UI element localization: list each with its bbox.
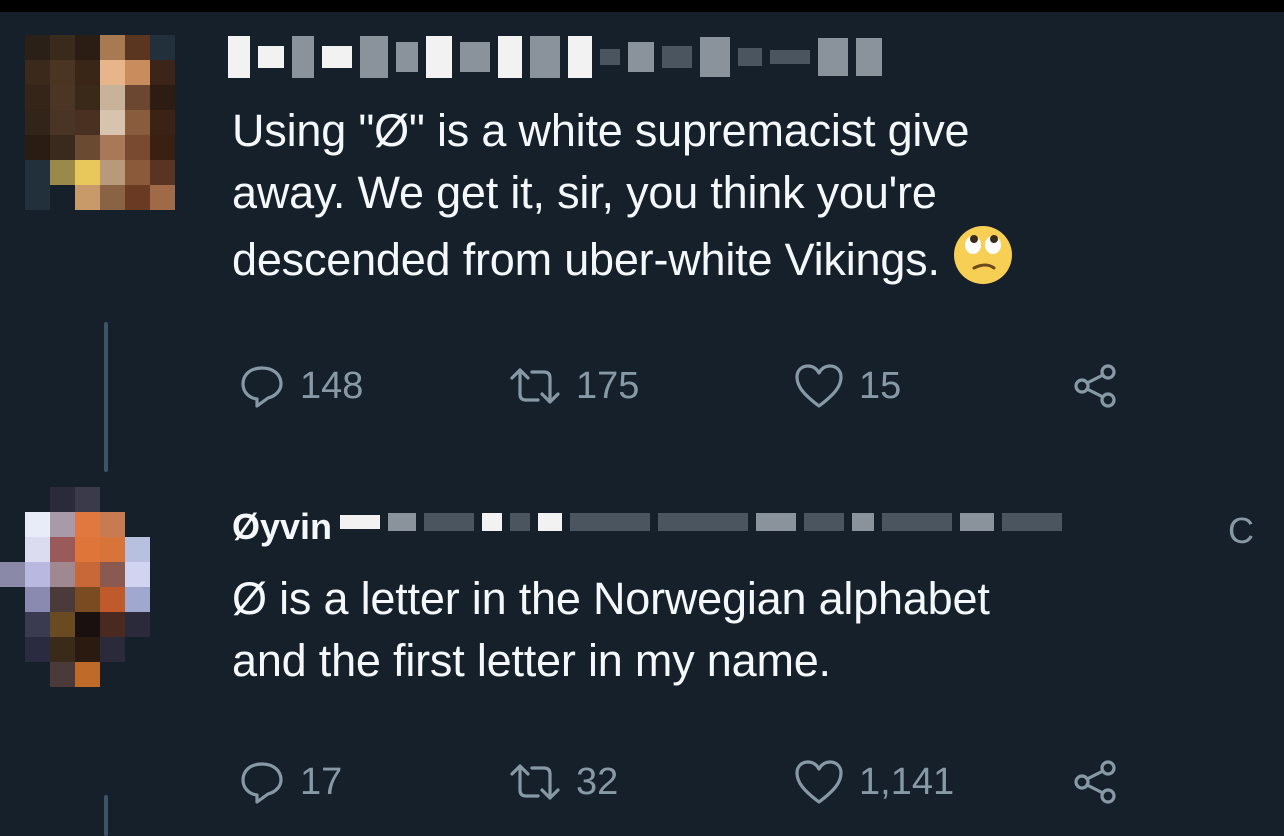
top-bar (0, 0, 1284, 12)
author-handle-blurred[interactable] (340, 513, 1062, 531)
author-name[interactable]: Øyvin (232, 506, 332, 548)
like-button[interactable]: 15 (793, 362, 1071, 410)
tweet-2-text: Ø is a letter in the Norwegian alphabet … (232, 568, 990, 692)
retweet-icon (510, 764, 560, 800)
thread-line (104, 322, 108, 472)
heart-icon (795, 760, 843, 804)
tweet-text-line: Ø is a letter in the Norwegian alphabet (232, 573, 990, 624)
author-handle-trailing: C (1228, 510, 1254, 551)
share-button[interactable] (1071, 758, 1119, 806)
like-count: 1,141 (859, 760, 955, 803)
like-button[interactable]: 1,141 (793, 758, 1071, 806)
tweet-1-text: Using "Ø" is a white supremacist give aw… (232, 100, 1014, 302)
rolling-eyes-emoji-icon (952, 224, 1014, 302)
avatar-blurred[interactable] (25, 35, 175, 210)
reply-button[interactable]: 148 (238, 362, 508, 410)
reply-button[interactable]: 17 (238, 758, 508, 806)
retweet-icon (510, 368, 560, 404)
retweet-count: 32 (576, 760, 619, 803)
tweet-2-actions: 17 32 1,141 (238, 758, 1119, 806)
tweet-text-line: Using "Ø" is a white supremacist give (232, 105, 970, 156)
tweet-1-actions: 148 175 15 (238, 362, 1119, 410)
tweet-text-line: and the first letter in my name. (232, 635, 831, 686)
reply-icon (241, 762, 283, 804)
retweet-count: 175 (576, 364, 640, 407)
reply-count: 17 (300, 760, 343, 803)
tweet-text-line-content: descended from uber-white Vikings. (232, 233, 940, 285)
retweet-button[interactable]: 32 (508, 758, 793, 806)
tweet-text-line: away. We get it, sir, you think you're (232, 167, 937, 218)
reply-icon (241, 366, 283, 408)
heart-icon (795, 364, 843, 408)
retweet-button[interactable]: 175 (508, 362, 793, 410)
like-count: 15 (859, 364, 902, 407)
share-button[interactable] (1071, 362, 1119, 410)
author-name-blurred[interactable] (228, 35, 882, 79)
reply-count: 148 (300, 364, 364, 407)
share-icon (1074, 760, 1116, 804)
author-name-visible: Øyvin (232, 506, 333, 547)
thread-line (104, 795, 108, 836)
share-icon (1074, 364, 1116, 408)
tweet-text-line: descended from uber-white Vikings. (232, 224, 1014, 302)
avatar-blurred[interactable] (0, 487, 150, 687)
